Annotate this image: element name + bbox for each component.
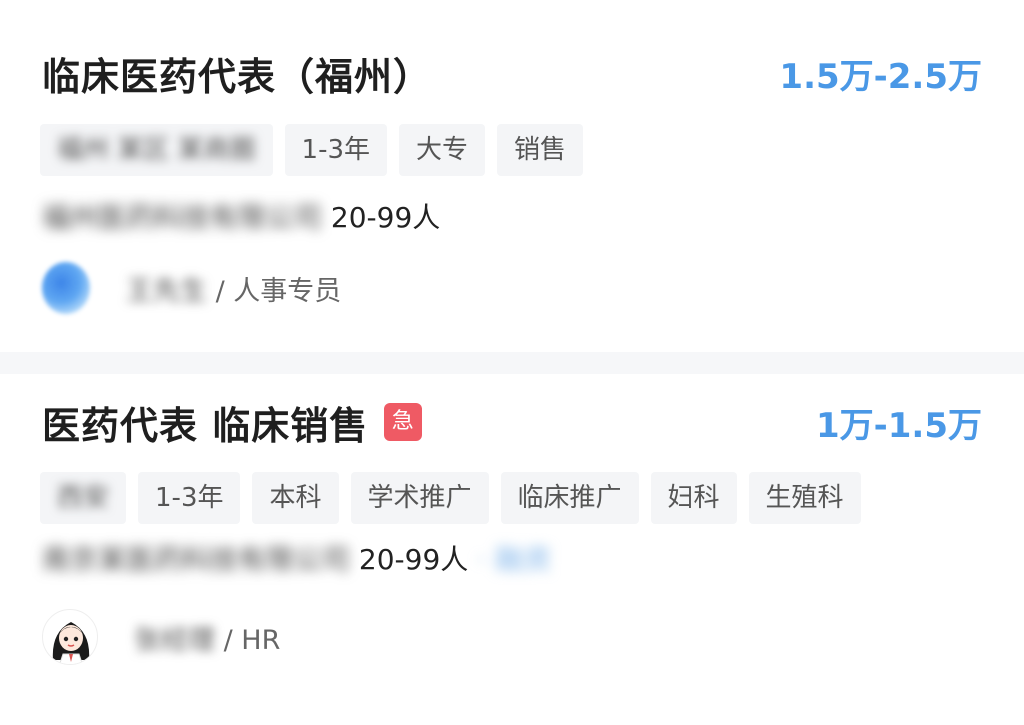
urgent-badge: 急 xyxy=(384,403,423,441)
job-card[interactable]: 医药代表 临床销售 急 1万-1.5万 西安 1-3年 本科 学术推广 临床推广… xyxy=(0,374,1024,725)
tag-category: 销售 xyxy=(497,124,584,176)
tag-education: 大专 xyxy=(399,124,486,176)
tag-skill: 学术推广 xyxy=(350,472,489,524)
job-title: 医药代表 临床销售 急 xyxy=(42,395,423,450)
job-tags: 福州 某区 某商圈 1-3年 大专 销售 xyxy=(40,124,584,176)
tag-experience: 1-3年 xyxy=(138,472,241,524)
job-title-row: 医药代表 临床销售 急 1万-1.5万 xyxy=(42,396,982,448)
recruiter-name: 王先生 xyxy=(126,275,207,307)
recruiter-info: 张经理 / HR xyxy=(134,618,280,657)
tag-location: 西安 xyxy=(40,472,127,524)
recruiter-avatar xyxy=(42,262,90,314)
company-funding: · 融资 xyxy=(477,543,551,576)
tag-department: 生殖科 xyxy=(748,472,861,524)
job-card[interactable]: 临床医药代表（福州） 1.5万-2.5万 福州 某区 某商圈 1-3年 大专 销… xyxy=(0,0,1024,352)
company-name: 南京某医药科技有限公司 xyxy=(42,543,351,576)
job-tags: 西安 1-3年 本科 学术推广 临床推广 妇科 生殖科 xyxy=(40,472,861,524)
company-info: 福州医药科技有限公司 20-99人 xyxy=(42,196,440,236)
company-info: 南京某医药科技有限公司 20-99人 · 融资 xyxy=(42,538,551,578)
job-title-text: 医药代表 临床销售 xyxy=(42,403,369,448)
recruiter-info: 王先生 / 人事专员 xyxy=(126,269,341,308)
tag-experience: 1-3年 xyxy=(284,124,387,176)
recruiter-role: / 人事专员 xyxy=(215,275,342,307)
salary: 1.5万-2.5万 xyxy=(779,56,982,97)
recruiter-avatar xyxy=(42,609,98,665)
recruiter-role: / HR xyxy=(223,624,281,656)
tag-skill: 临床推广 xyxy=(500,472,639,524)
company-size: 20-99人 xyxy=(350,543,469,576)
job-title-text: 临床医药代表（福州） xyxy=(42,54,433,99)
salary: 1万-1.5万 xyxy=(816,405,982,446)
company-size: 20-99人 xyxy=(322,201,441,234)
tag-location: 福州 某区 某商圈 xyxy=(40,124,273,176)
recruiter-name: 张经理 xyxy=(134,624,215,656)
company-name: 福州医药科技有限公司 xyxy=(42,201,323,234)
recruiter-row[interactable]: 王先生 / 人事专员 xyxy=(42,262,341,314)
cartoon-girl-icon xyxy=(52,622,90,664)
job-title-row: 临床医药代表（福州） 1.5万-2.5万 xyxy=(42,46,982,101)
tag-department: 妇科 xyxy=(650,472,737,524)
tag-education: 本科 xyxy=(252,472,339,524)
card-divider xyxy=(0,352,1024,374)
job-title: 临床医药代表（福州） xyxy=(42,46,432,101)
recruiter-row[interactable]: 张经理 / HR xyxy=(42,609,280,665)
